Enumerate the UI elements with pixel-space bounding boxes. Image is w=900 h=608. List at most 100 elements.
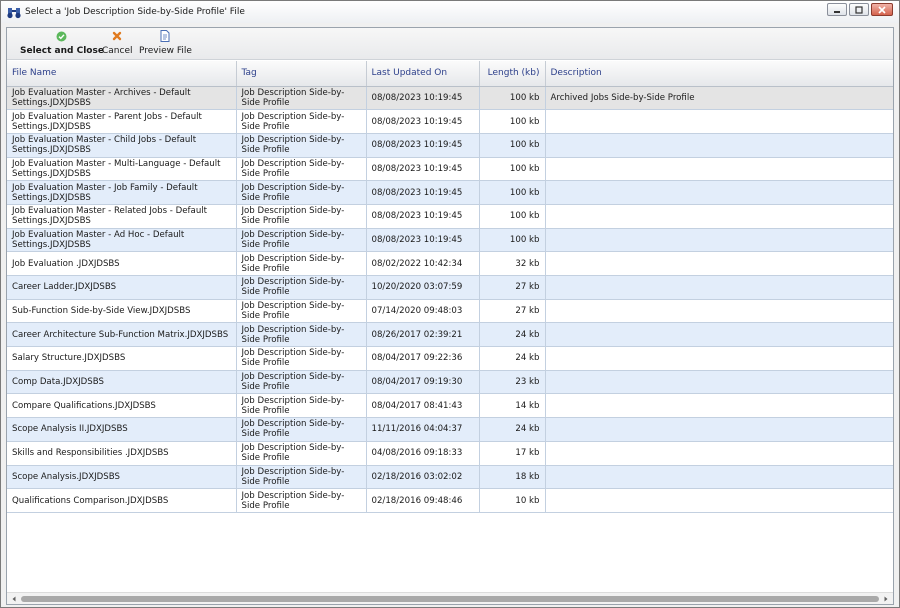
length-cell: 23 kb [479,370,546,395]
table-row[interactable]: Career Architecture Sub-Function Matrix.… [7,322,893,348]
tag-cell: Job Description Side-by-Side Profile [236,441,367,466]
file-name-cell: Sub-Function Side-by-Side View.JDXJDSBS [7,299,237,324]
description-cell [545,109,893,134]
last-updated-cell: 08/08/2023 10:19:45 [366,86,480,111]
last-updated-cell: 08/04/2017 08:41:43 [366,393,480,419]
column-header-file-name[interactable]: File Name [7,61,237,87]
table-row[interactable]: Comp Data.JDXJDSBS Job Description Side-b… [7,370,893,395]
table-row[interactable]: Job Evaluation Master - Child Jobs - Def… [7,133,893,158]
column-header-last-updated[interactable]: Last Updated On [366,61,480,87]
file-table: File Name Tag Last Updated On Length (kb… [7,61,893,513]
column-header-length[interactable]: Length (kb) [479,61,546,87]
table-row[interactable]: Qualifications Comparison.JDXJDSBS Job De… [7,488,893,513]
scroll-left-arrow-icon[interactable] [9,594,19,604]
maximize-button[interactable] [849,3,869,16]
length-cell: 17 kb [479,441,546,466]
last-updated-cell: 08/04/2017 09:22:36 [366,346,480,371]
cancel-button[interactable]: Cancel [102,30,133,56]
select-and-close-button[interactable]: Select and Close [20,30,104,56]
description-cell [545,157,893,182]
close-button[interactable] [871,3,893,16]
preview-file-button[interactable]: Preview File [139,30,192,56]
description-cell [545,180,893,205]
last-updated-cell: 08/08/2023 10:19:45 [366,133,480,158]
tag-cell: Job Description Side-by-Side Profile [236,370,367,395]
length-cell: 100 kb [479,228,546,253]
scroll-right-arrow-icon[interactable] [881,594,891,604]
last-updated-cell: 08/04/2017 09:19:30 [366,370,480,395]
table-row[interactable]: Job Evaluation Master - Ad Hoc - Default… [7,228,893,253]
length-cell: 27 kb [479,275,546,300]
description-cell [545,441,893,466]
file-name-cell: Career Ladder.JDXJDSBS [7,275,237,300]
length-cell: 100 kb [479,180,546,205]
description-cell: Archived Jobs Side-by-Side Profile [545,86,893,111]
table-row[interactable]: Job Evaluation Master - Related Jobs - D… [7,204,893,229]
table-row[interactable]: Career Ladder.JDXJDSBS Job Description Si… [7,275,893,300]
file-name-cell: Scope Analysis II.JDXJDSBS [7,417,237,442]
binoculars-icon [7,5,21,19]
window-title: Select a 'Job Description Side-by-Side P… [25,7,245,17]
tag-cell: Job Description Side-by-Side Profile [236,393,367,419]
table-row[interactable]: Scope Analysis II.JDXJDSBS Job Descriptio… [7,417,893,442]
tag-cell: Job Description Side-by-Side Profile [236,417,367,442]
last-updated-cell: 07/14/2020 09:48:03 [366,299,480,324]
file-name-cell: Job Evaluation Master - Ad Hoc - Default… [7,228,237,253]
horizontal-scrollbar[interactable] [7,592,893,604]
toolbar: Select and Close Cancel Preview File [7,28,893,60]
length-cell: 14 kb [479,393,546,419]
last-updated-cell: 08/08/2023 10:19:45 [366,180,480,205]
table-row[interactable]: Sub-Function Side-by-Side View.JDXJDSBS J… [7,299,893,324]
file-name-cell: Career Architecture Sub-Function Matrix.… [7,322,237,348]
tag-cell: Job Description Side-by-Side Profile [236,251,367,276]
table-row[interactable]: Compare Qualifications.JDXJDSBS Job Descr… [7,393,893,419]
select-and-close-label: Select and Close [20,46,104,56]
length-cell: 24 kb [479,417,546,442]
minimize-icon [834,10,840,13]
file-select-dialog: Select a 'Job Description Side-by-Side P… [0,0,900,608]
tag-cell: Job Description Side-by-Side Profile [236,133,367,158]
length-cell: 24 kb [479,346,546,371]
dialog-content: Select and Close Cancel Preview File Fil… [6,27,894,605]
description-cell [545,204,893,229]
last-updated-cell: 11/11/2016 04:04:37 [366,417,480,442]
cancel-label: Cancel [102,46,133,56]
description-cell [545,488,893,513]
table-row[interactable]: Skills and Responsibilities .JDXJDSBS Job… [7,441,893,466]
x-icon [111,30,123,42]
table-row[interactable]: Job Evaluation .JDXJDSBS Job Description … [7,251,893,276]
file-name-cell: Job Evaluation Master - Parent Jobs - De… [7,109,237,134]
description-cell [545,322,893,348]
table-row[interactable]: Scope Analysis.JDXJDSBS Job Description S… [7,465,893,490]
file-name-cell: Comp Data.JDXJDSBS [7,370,237,395]
tag-cell: Job Description Side-by-Side Profile [236,275,367,300]
file-name-cell: Qualifications Comparison.JDXJDSBS [7,488,237,513]
minimize-button[interactable] [827,3,847,16]
scrollbar-thumb[interactable] [21,596,879,602]
table-row[interactable]: Job Evaluation Master - Archives - Defau… [7,86,893,111]
length-cell: 100 kb [479,109,546,134]
length-cell: 10 kb [479,488,546,513]
column-header-tag[interactable]: Tag [236,61,367,87]
last-updated-cell: 08/08/2023 10:19:45 [366,228,480,253]
description-cell [545,465,893,490]
tag-cell: Job Description Side-by-Side Profile [236,322,367,348]
file-name-cell: Skills and Responsibilities .JDXJDSBS [7,441,237,466]
maximize-icon [855,5,863,14]
column-header-description[interactable]: Description [545,61,893,87]
last-updated-cell: 10/20/2020 03:07:59 [366,275,480,300]
tag-cell: Job Description Side-by-Side Profile [236,157,367,182]
file-name-cell: Salary Structure.JDXJDSBS [7,346,237,371]
length-cell: 24 kb [479,322,546,348]
description-cell [545,393,893,419]
tag-cell: Job Description Side-by-Side Profile [236,228,367,253]
table-row[interactable]: Salary Structure.JDXJDSBS Job Description… [7,346,893,371]
length-cell: 100 kb [479,133,546,158]
description-cell [545,346,893,371]
last-updated-cell: 08/08/2023 10:19:45 [366,109,480,134]
table-row[interactable]: Job Evaluation Master - Multi-Language -… [7,157,893,182]
description-cell [545,417,893,442]
table-row[interactable]: Job Evaluation Master - Parent Jobs - De… [7,109,893,134]
table-row[interactable]: Job Evaluation Master - Job Family - Def… [7,180,893,205]
last-updated-cell: 08/26/2017 02:39:21 [366,322,480,348]
